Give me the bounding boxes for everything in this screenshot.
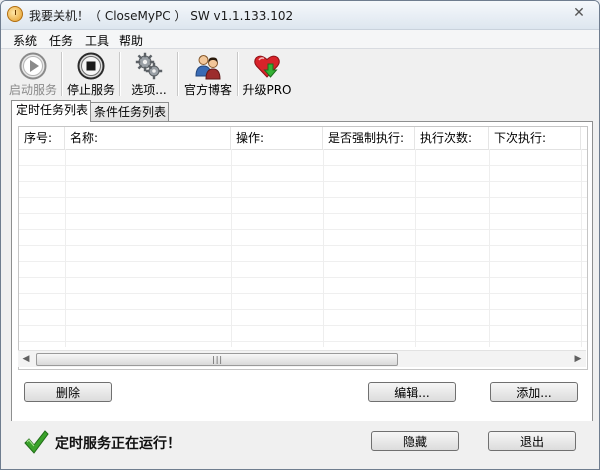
close-icon[interactable]: ✕ — [569, 4, 589, 22]
column-action[interactable]: 操作: — [231, 127, 323, 149]
check-icon — [24, 430, 49, 454]
toolbar-separator — [61, 52, 63, 96]
table-row — [19, 309, 587, 326]
toolbar-separator — [119, 52, 121, 96]
tab-panel: 序号: 名称: 操作: 是否强制执行: 执行次数: 下次执行: ◀ ||| ▶ … — [11, 121, 593, 423]
grip-icon: ||| — [212, 355, 224, 364]
scroll-thumb[interactable]: ||| — [36, 353, 398, 366]
upgrade-pro-button[interactable]: 升级PRO — [241, 49, 293, 97]
table-row — [19, 197, 587, 214]
table-row — [19, 261, 587, 278]
table-row — [19, 325, 587, 342]
tab-condition-tasks[interactable]: 条件任务列表 — [89, 102, 169, 121]
exit-button[interactable]: 退出 — [488, 431, 576, 451]
grid-line — [231, 149, 232, 347]
toolbar: 启动服务 停止服务 选项... 官方博客 升级PRO — [1, 49, 599, 101]
delete-button[interactable]: 删除 — [24, 382, 112, 402]
app-window: 我要关机！（ CloseMyPC ） SW v1.1.133.102 ✕ 系统 … — [0, 0, 600, 470]
grid-line — [323, 149, 324, 347]
menu-system[interactable]: 系统 — [13, 32, 37, 49]
toolbar-separator — [177, 52, 179, 96]
menu-help[interactable]: 帮助 — [119, 32, 143, 49]
options-label: 选项... — [131, 83, 167, 97]
status-bar: 定时服务正在运行！ 隐藏 退出 — [1, 421, 599, 469]
table-row — [19, 245, 587, 262]
scroll-right-icon[interactable]: ▶ — [570, 351, 586, 367]
table-row — [19, 229, 587, 246]
title-bar[interactable]: 我要关机！（ CloseMyPC ） SW v1.1.133.102 ✕ — [1, 1, 599, 30]
official-blog-button[interactable]: 官方博客 — [181, 49, 235, 97]
table-row — [19, 277, 587, 294]
column-name[interactable]: 名称: — [65, 127, 231, 149]
column-next-run[interactable]: 下次执行: — [489, 127, 581, 149]
start-service-label: 启动服务 — [8, 83, 57, 97]
users-icon — [195, 55, 221, 80]
table-row — [19, 149, 587, 166]
menu-bar: 系统 任务 工具 帮助 — [1, 30, 599, 49]
column-run-count[interactable]: 执行次数: — [415, 127, 489, 149]
stop-icon — [77, 52, 105, 80]
grid-line — [581, 149, 582, 347]
grid-line — [489, 149, 490, 347]
grid-line — [415, 149, 416, 347]
edit-button[interactable]: 编辑... — [368, 382, 456, 402]
window-title: 我要关机！（ CloseMyPC ） SW v1.1.133.102 — [29, 9, 294, 23]
task-list[interactable]: 序号: 名称: 操作: 是否强制执行: 执行次数: 下次执行: — [18, 126, 588, 370]
heart-download-icon — [254, 55, 280, 78]
hide-button[interactable]: 隐藏 — [371, 431, 459, 451]
play-icon — [19, 52, 47, 80]
table-header: 序号: 名称: 操作: 是否强制执行: 执行次数: 下次执行: — [19, 127, 587, 150]
start-service-button[interactable]: 启动服务 — [7, 49, 59, 97]
add-button[interactable]: 添加... — [490, 382, 578, 402]
official-blog-label: 官方博客 — [183, 83, 232, 97]
menu-task[interactable]: 任务 — [49, 32, 73, 49]
clock-app-icon — [7, 6, 23, 22]
service-status-text: 定时服务正在运行！ — [55, 436, 181, 452]
grid-line — [65, 149, 66, 347]
table-row — [19, 181, 587, 198]
table-row — [19, 293, 587, 310]
table-row — [19, 165, 587, 182]
tab-timed-tasks[interactable]: 定时任务列表 — [11, 100, 91, 122]
column-force[interactable]: 是否强制执行: — [323, 127, 415, 149]
options-button[interactable]: 选项... — [123, 49, 175, 97]
toolbar-separator — [237, 52, 239, 96]
scroll-left-icon[interactable]: ◀ — [18, 351, 34, 367]
upgrade-pro-label: 升级PRO — [242, 83, 292, 97]
horizontal-scrollbar[interactable]: ◀ ||| ▶ — [18, 350, 586, 367]
table-row — [19, 213, 587, 230]
menu-tools[interactable]: 工具 — [85, 32, 109, 49]
stop-service-label: 停止服务 — [66, 83, 115, 97]
gears-icon — [135, 52, 163, 80]
stop-service-button[interactable]: 停止服务 — [65, 49, 117, 97]
column-index[interactable]: 序号: — [19, 127, 65, 149]
